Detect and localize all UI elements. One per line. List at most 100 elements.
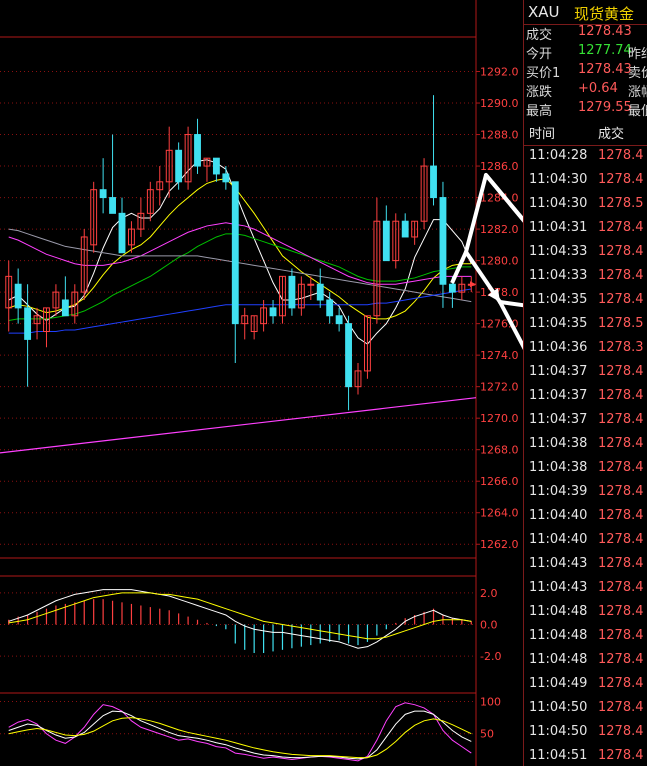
tick-row[interactable]: 11:04:37 1278.4 [524,364,647,388]
tick-row[interactable]: 11:04:36 1278.3 [524,340,647,364]
tick-price: 1278.4 [598,364,644,379]
quote-value: 1277.74 [578,43,632,58]
tick-time: 11:04:35 [529,316,588,331]
tick-price: 1278.4 [598,388,644,403]
tick-row[interactable]: 11:04:48 1278.4 [524,604,647,628]
candle-body [99,189,107,199]
tick-row[interactable]: 11:04:30 1278.4 [524,172,647,196]
tick-row[interactable]: 11:04:37 1278.4 [524,412,647,436]
price-tick-label: 1264.0 [480,507,519,520]
tick-time: 11:04:40 [529,508,588,523]
candle-body [448,283,456,293]
tick-row[interactable]: 11:04:40 1278.4 [524,508,647,532]
tick-time: 11:04:38 [529,460,588,475]
tick-row[interactable]: 11:04:33 1278.4 [524,244,647,268]
candle-body [335,315,343,325]
candle [392,213,400,269]
tick-time: 11:04:37 [529,364,588,379]
price-tick-label: 1274.0 [480,349,519,362]
ticks-header: 时间 成交 [524,117,647,146]
tick-row[interactable]: 11:04:35 1278.5 [524,316,647,340]
candle [382,205,390,262]
tick-row[interactable]: 11:04:50 1278.4 [524,724,647,748]
ma-line [8,228,472,303]
quote-right-label: 卖价 [628,66,647,81]
tick-price: 1278.4 [598,436,644,451]
tick-price: 1278.4 [598,172,644,187]
quote-label: 买价1 [526,66,561,81]
price-tick-label: 1268.0 [480,444,519,457]
macd-tick-label: 0.0 [480,619,498,632]
candle-body [61,299,69,317]
candle-body [288,275,296,309]
candle [335,307,343,332]
tick-row[interactable]: 11:04:39 1278.4 [524,484,647,508]
quote-label: 今开 [526,47,553,62]
tick-row[interactable]: 11:04:40 1278.4 [524,532,647,556]
tick-price: 1278.4 [598,748,644,763]
candle [194,118,201,174]
tick-time: 11:04:35 [529,292,588,307]
macd-line [8,592,472,640]
tick-time: 11:04:39 [529,484,588,499]
quote-header: XAU 现货黄金 [524,0,647,25]
moving-average-lines [8,159,472,345]
tick-price: 1278.4 [598,244,644,259]
tick-row[interactable]: 11:04:51 1278.4 [524,748,647,766]
tick-time: 11:04:43 [529,556,588,571]
tick-row[interactable]: 11:04:50 1278.4 [524,700,647,724]
candle [61,276,69,317]
candle-body [109,197,116,214]
candle [364,315,371,379]
quote-value: 1278.43 [578,62,632,77]
tick-price: 1278.4 [598,460,644,475]
tick-row[interactable]: 11:04:33 1278.4 [524,268,647,292]
tick-time: 11:04:30 [529,196,588,211]
tick-row[interactable]: 11:04:30 1278.5 [524,196,647,220]
tick-row[interactable]: 11:04:37 1278.4 [524,388,647,412]
candle [184,126,192,190]
tick-time: 11:04:31 [529,220,588,235]
price-tick-label: 1292.0 [480,66,519,79]
macd-tick-label: -2.0 [480,650,501,663]
tick-row[interactable]: 11:04:38 1278.4 [524,460,647,484]
candle-body [401,220,409,238]
quote-row: 涨跌 +0.64 涨幅 [524,81,647,100]
kdj-tick-label: 50 [480,728,494,741]
main-chart-axis: 1292.01290.01288.01286.01284.01282.01280… [476,66,519,551]
tick-row[interactable]: 11:04:43 1278.4 [524,580,647,604]
tick-row[interactable]: 11:04:48 1278.4 [524,628,647,652]
price-tick-label: 1288.0 [480,129,519,142]
tick-row[interactable]: 11:04:31 1278.4 [524,220,647,244]
tick-time: 11:04:50 [529,724,588,739]
quote-row: 买价1 1278.43 卖价 [524,62,647,81]
candle [250,315,258,340]
tick-time: 11:04:38 [529,436,588,451]
tick-row[interactable]: 11:04:35 1278.4 [524,292,647,316]
tick-time: 11:04:37 [529,388,588,403]
tick-time: 11:04:51 [529,748,588,763]
candle-body [212,157,220,175]
tick-row[interactable]: 11:04:43 1278.4 [524,556,647,580]
price-tick-label: 1266.0 [480,475,519,488]
quote-label: 涨跌 [526,85,553,100]
tick-row[interactable]: 11:04:38 1278.4 [524,436,647,460]
candle [297,276,305,316]
candle-body [345,323,352,388]
candle [269,300,277,324]
quote-panel: XAU 现货黄金 成交 1278.43 今开 1277.74 昨结 买价1 12… [523,0,647,766]
macd-panel: 2.0 0.0 -2.0 [0,587,501,663]
candle-body [316,283,324,301]
candle [420,158,428,230]
candle [175,142,183,190]
tick-time: 11:04:50 [529,700,588,715]
candle-body [269,307,277,317]
quote-value: 1279.55 [578,100,632,115]
tick-row[interactable]: 11:04:49 1278.4 [524,676,647,700]
tick-time: 11:04:49 [529,676,588,691]
tick-time: 11:04:33 [529,244,588,259]
tick-row[interactable]: 11:04:28 1278.4 [524,148,647,172]
candle [43,307,50,348]
tick-row[interactable]: 11:04:48 1278.4 [524,652,647,676]
tick-price: 1278.4 [598,556,644,571]
